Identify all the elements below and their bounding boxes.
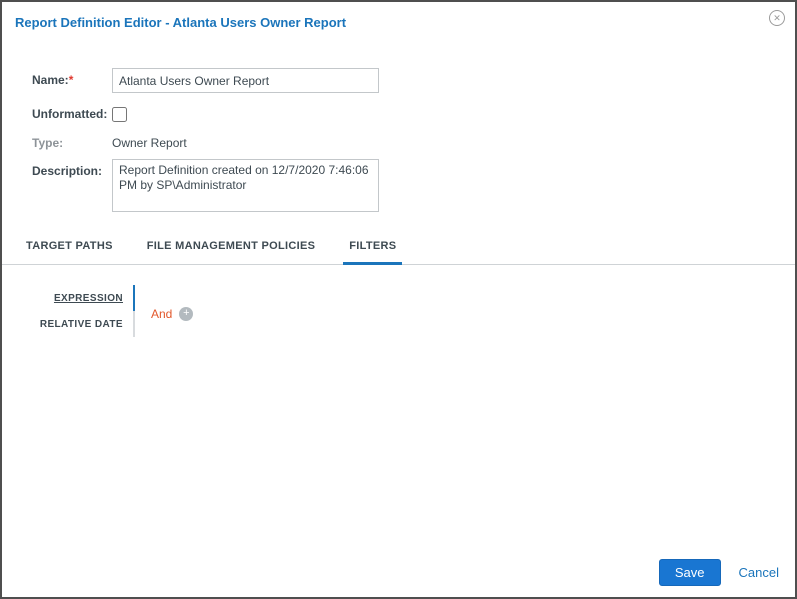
description-label: Description: [32,164,103,178]
type-value: Owner Report [112,136,187,150]
report-definition-form: Name:* Unformatted: Type: Owner Report D… [2,30,795,212]
report-definition-editor-dialog: Report Definition Editor - Atlanta Users… [0,0,797,599]
expression-operator[interactable]: And [151,307,172,321]
subtab-expression[interactable]: EXPRESSION [2,285,135,311]
tab-file-management-policies[interactable]: FILE MANAGEMENT POLICIES [141,234,322,264]
name-label-text: Name: [32,73,69,87]
filters-panel: EXPRESSION RELATIVE DATE And + [2,285,795,337]
tabs-bar: TARGET PATHS FILE MANAGEMENT POLICIES FI… [2,234,795,265]
tab-filters[interactable]: FILTERS [343,234,403,265]
unformatted-row: Unformatted: [32,102,795,122]
add-condition-icon[interactable]: + [179,306,194,321]
dialog-header: Report Definition Editor - Atlanta Users… [2,2,795,30]
save-button[interactable]: Save [658,559,721,586]
name-label: Name:* [32,68,112,87]
dialog-footer: Save Cancel [658,559,779,586]
close-icon[interactable]: ✕ [769,10,785,26]
unformatted-checkbox[interactable] [112,107,127,122]
name-input[interactable] [112,68,379,93]
unformatted-label: Unformatted: [32,107,108,121]
type-row: Type: Owner Report [32,131,795,150]
tab-target-paths[interactable]: TARGET PATHS [20,234,119,264]
subtab-relative-date[interactable]: RELATIVE DATE [2,311,135,337]
cancel-link[interactable]: Cancel [739,565,779,580]
name-row: Name:* [32,68,795,93]
description-row: Description: Report Definition created o… [32,159,795,212]
dialog-title: Report Definition Editor - Atlanta Users… [15,15,347,30]
type-label: Type: [32,136,64,150]
description-textarea[interactable]: Report Definition created on 12/7/2020 7… [112,159,379,212]
required-asterisk: * [68,73,74,87]
filters-subnav: EXPRESSION RELATIVE DATE [2,285,135,337]
expression-pane: And + [135,285,194,337]
